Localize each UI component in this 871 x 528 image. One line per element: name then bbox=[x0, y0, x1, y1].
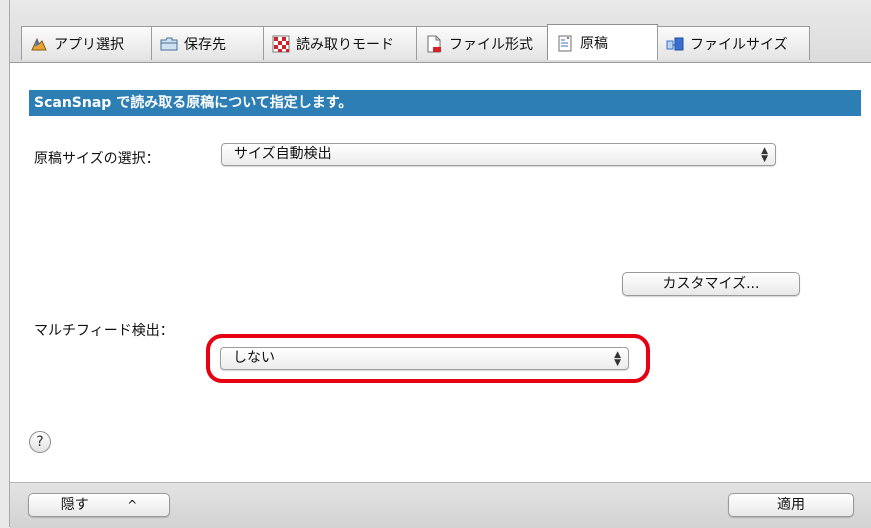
paper-icon bbox=[558, 35, 572, 51]
paper-size-label: 原稿サイズの選択： bbox=[34, 151, 160, 167]
scansnap-settings-window: アプリ選択 保存先 読み取りモード ファイル形式 原稿 ファイルサイズ Scan… bbox=[9, 0, 871, 528]
file-format-icon bbox=[427, 35, 441, 52]
hide-button[interactable]: 隠す ^ bbox=[28, 493, 170, 517]
tab-label: 読み取りモード bbox=[296, 36, 394, 53]
help-button[interactable]: ? bbox=[29, 431, 51, 453]
tabs: アプリ選択 保存先 読み取りモード ファイル形式 原稿 ファイルサイズ bbox=[21, 24, 810, 62]
file-size-icon bbox=[666, 37, 684, 50]
apply-button[interactable]: 適用 bbox=[728, 493, 854, 517]
tab-label: 保存先 bbox=[184, 36, 226, 53]
footer-bar: 隠す ^ 適用 bbox=[10, 482, 871, 528]
tab-scan-mode[interactable]: 読み取りモード bbox=[263, 26, 417, 60]
paper-size-value: サイズ自動検出 bbox=[234, 146, 332, 162]
tab-label: ファイル形式 bbox=[449, 36, 533, 53]
scan-mode-icon bbox=[272, 35, 290, 52]
multifeed-highlight-frame bbox=[206, 334, 650, 383]
paper-settings-panel: ScanSnap で読み取る原稿について指定します。 原稿サイズの選択： サイズ… bbox=[10, 62, 871, 483]
folder-icon bbox=[160, 37, 178, 50]
tab-label: アプリ選択 bbox=[54, 36, 124, 53]
tab-label: 原稿 bbox=[580, 35, 608, 52]
tab-paper[interactable]: 原稿 bbox=[547, 24, 658, 60]
paper-size-select[interactable]: サイズ自動検出 ▲ ▼ bbox=[221, 143, 776, 166]
customize-button[interactable]: カスタマイズ... bbox=[622, 272, 800, 296]
tab-label: ファイルサイズ bbox=[690, 36, 788, 53]
tab-file-format[interactable]: ファイル形式 bbox=[416, 26, 548, 60]
tab-file-size[interactable]: ファイルサイズ bbox=[657, 26, 810, 60]
multifeed-label: マルチフィード検出： bbox=[34, 323, 174, 339]
tab-app-select[interactable]: アプリ選択 bbox=[21, 26, 152, 60]
panel-description-banner: ScanSnap で読み取る原稿について指定します。 bbox=[29, 90, 861, 116]
tab-bar: アプリ選択 保存先 読み取りモード ファイル形式 原稿 ファイルサイズ bbox=[10, 0, 871, 62]
updown-arrows-icon: ▲ ▼ bbox=[761, 146, 768, 164]
tab-save-location[interactable]: 保存先 bbox=[151, 26, 264, 60]
hide-button-label: 隠す bbox=[60, 497, 89, 513]
app-select-icon bbox=[31, 37, 47, 50]
chevron-up-icon: ^ bbox=[127, 498, 138, 512]
